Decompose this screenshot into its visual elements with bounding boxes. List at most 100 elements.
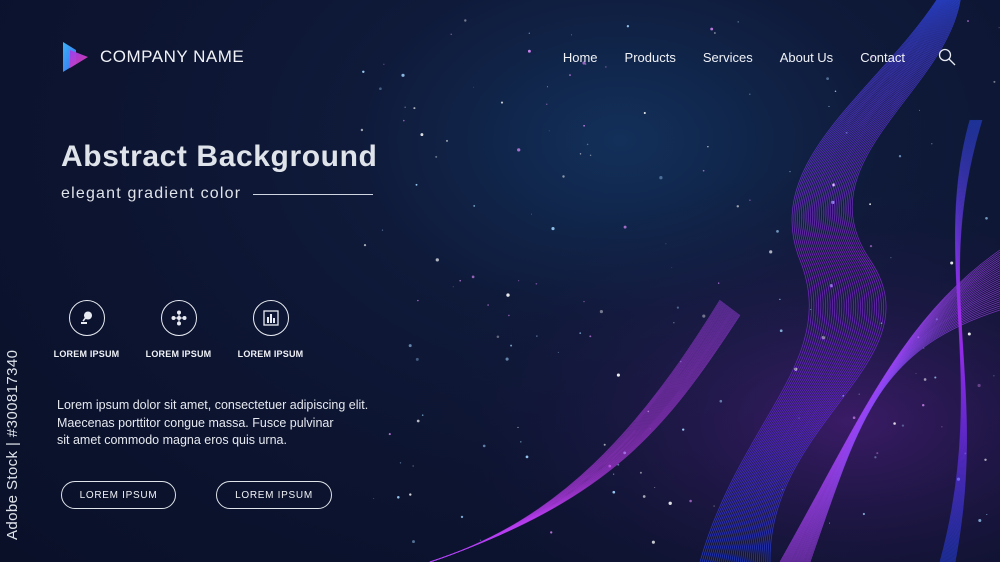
- star-dot: [858, 393, 860, 395]
- star-dot: [520, 441, 522, 443]
- body-line: Lorem ipsum dolor sit amet, consectetuer…: [57, 398, 369, 412]
- star-dot: [714, 32, 716, 34]
- feature-item[interactable]: LOREM IPSUM: [146, 300, 211, 359]
- star-dot: [776, 230, 779, 233]
- nav-products[interactable]: Products: [625, 50, 676, 65]
- star-dot: [510, 344, 513, 347]
- star-dot: [479, 539, 482, 542]
- star-dot: [921, 403, 925, 407]
- star-dot: [569, 74, 571, 77]
- search-icon[interactable]: [938, 48, 956, 66]
- star-dot: [613, 473, 615, 475]
- feature-item[interactable]: LOREM IPSUM: [237, 300, 304, 359]
- play-logo-icon: [63, 42, 88, 72]
- star-dot: [673, 322, 675, 324]
- star-dot: [550, 531, 553, 534]
- star-dot: [589, 154, 592, 157]
- star-dot: [562, 175, 565, 178]
- star-dot: [789, 170, 791, 173]
- star-dot: [829, 522, 831, 524]
- star-dot: [718, 282, 720, 284]
- star-dot: [967, 332, 971, 336]
- star-dot: [500, 101, 504, 104]
- star-dot: [360, 128, 364, 132]
- body-paragraph: Lorem ipsum dolor sit amet, consectetuer…: [57, 397, 427, 450]
- star-dot: [993, 375, 995, 377]
- star-dot: [546, 103, 548, 105]
- star-dot: [408, 344, 412, 348]
- star-dot: [862, 512, 866, 516]
- star-dot: [413, 107, 416, 110]
- star-dot: [471, 275, 475, 279]
- star-dot: [659, 176, 663, 180]
- star-dot: [834, 90, 837, 92]
- feature-label: LOREM IPSUM: [237, 349, 304, 359]
- star-dot: [473, 86, 475, 88]
- star-dot: [518, 280, 520, 282]
- feature-label: LOREM IPSUM: [53, 349, 120, 359]
- star-dot: [508, 314, 510, 317]
- star-dot: [710, 27, 714, 31]
- star-dot: [915, 372, 917, 374]
- star-dot: [535, 282, 538, 285]
- star-dot: [967, 20, 969, 22]
- star-dot: [993, 80, 996, 83]
- star-dot: [506, 293, 510, 297]
- star-dot: [985, 216, 988, 220]
- nav-about-us[interactable]: About Us: [780, 50, 833, 65]
- star-dot: [978, 518, 982, 523]
- feature-item[interactable]: LOREM IPSUM: [53, 300, 120, 359]
- star-dot: [923, 378, 927, 381]
- star-dot: [869, 203, 871, 206]
- star-dot: [531, 213, 532, 215]
- star-dot: [557, 351, 559, 353]
- nav-home[interactable]: Home: [563, 50, 598, 65]
- star-dot: [639, 471, 642, 474]
- star-dot: [779, 329, 783, 333]
- star-dot: [583, 124, 585, 127]
- star-dot: [415, 357, 419, 361]
- star-dot: [383, 63, 385, 65]
- secondary-button[interactable]: LOREM IPSUM: [216, 481, 332, 509]
- stock-watermark: Adobe Stock | #300817340: [4, 349, 21, 540]
- star-dot: [668, 501, 672, 505]
- star-dot: [473, 204, 476, 207]
- body-line: sit amet commodo magna eros quis urna.: [57, 433, 287, 447]
- star-dot: [409, 493, 412, 496]
- star-dot: [642, 495, 646, 498]
- star-dot: [536, 335, 538, 337]
- star-dot: [737, 21, 739, 23]
- star-dot: [603, 443, 606, 446]
- star-dot: [363, 244, 367, 247]
- nav-contact[interactable]: Contact: [860, 50, 905, 65]
- star-dot: [616, 373, 620, 377]
- star-dot: [682, 428, 685, 431]
- star-dot: [546, 86, 549, 88]
- star-dot: [898, 155, 902, 158]
- company-name: COMPANY NAME: [100, 47, 245, 66]
- star-dot: [874, 456, 877, 459]
- star-dot: [749, 199, 751, 202]
- hero-subtitle-row: elegant gradient color: [61, 185, 374, 203]
- star-dot: [379, 87, 382, 91]
- company-logo[interactable]: COMPANY NAME: [60, 40, 244, 74]
- star-dot: [599, 310, 603, 314]
- subtitle-divider: [253, 193, 374, 195]
- star-dot: [612, 490, 616, 494]
- star-dot: [412, 540, 415, 544]
- primary-button[interactable]: LOREM IPSUM: [61, 481, 176, 509]
- star-dot: [651, 540, 655, 544]
- feature-list: LOREM IPSUM LOREM IPSUM LOREM IPSUM: [53, 300, 304, 359]
- star-dot: [702, 314, 706, 318]
- star-dot: [452, 286, 454, 288]
- nav-services[interactable]: Services: [703, 50, 753, 65]
- star-dot: [689, 499, 692, 503]
- star-dot: [446, 139, 448, 142]
- star-dot: [769, 250, 773, 254]
- star-dot: [403, 119, 405, 122]
- star-dot: [399, 462, 402, 464]
- background-stage: [0, 0, 1000, 562]
- star-dot: [505, 357, 509, 361]
- star-dot: [828, 105, 830, 108]
- star-dot: [579, 153, 582, 155]
